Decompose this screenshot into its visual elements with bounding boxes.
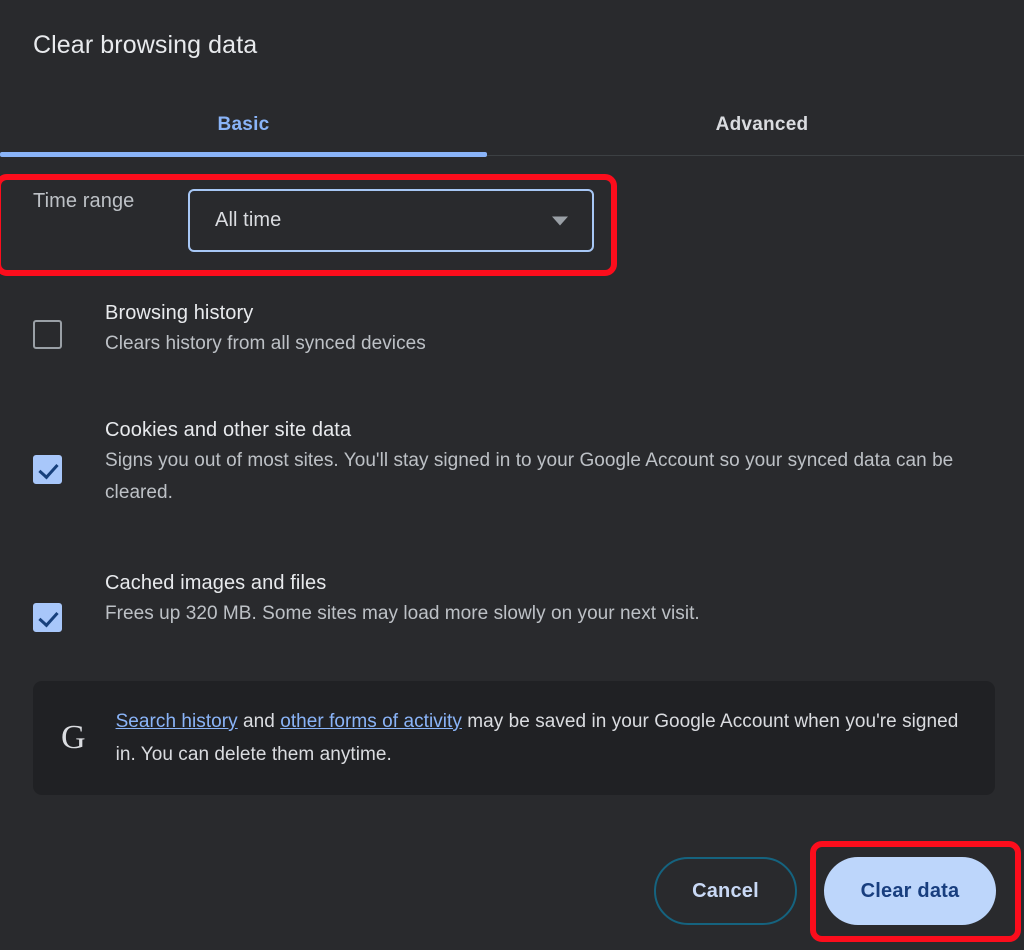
cancel-button[interactable]: Cancel [654,857,797,925]
search-history-link[interactable]: Search history [116,711,238,732]
time-range-label: Time range [33,190,135,212]
option-description: Signs you out of most sites. You'll stay… [105,450,954,503]
info-box-text: Search history and other forms of activi… [116,705,988,771]
page-title: Clear browsing data [33,31,258,59]
option-title: Browsing history [105,302,254,324]
option-text: Browsing history Clears history from all… [105,298,426,360]
other-forms-of-activity-link[interactable]: other forms of activity [280,711,462,732]
tab-active-indicator [0,152,487,157]
tab-advanced[interactable]: Advanced [512,96,1012,154]
option-cookies-and-site-data[interactable]: Cookies and other site data Signs you ou… [33,415,1000,509]
google-account-info-box: G Search history and other forms of acti… [33,681,995,795]
tab-strip: Basic Advanced [0,96,1024,156]
time-range-select[interactable]: All time [188,189,594,252]
option-text: Cookies and other site data Signs you ou… [105,415,1000,509]
time-range-row: Time range [33,190,134,213]
checkbox-cookies-and-site-data[interactable] [33,455,62,484]
option-text: Cached images and files Frees up 320 MB.… [105,568,700,632]
option-title: Cached images and files [105,572,327,594]
checkbox-cached-images-and-files[interactable] [33,603,62,632]
google-g-icon: G [61,719,86,756]
checkbox-browsing-history[interactable] [33,320,62,349]
info-text-segment-1: and [237,711,281,732]
clear-data-button[interactable]: Clear data [824,857,996,925]
chevron-down-icon [552,216,568,225]
time-range-selected-value: All time [215,209,282,231]
option-description: Frees up 320 MB. Some sites may load mor… [105,603,700,624]
tab-basic[interactable]: Basic [0,96,487,154]
option-browsing-history[interactable]: Browsing history Clears history from all… [33,298,426,360]
option-cached-images-and-files[interactable]: Cached images and files Frees up 320 MB.… [33,568,700,632]
option-title: Cookies and other site data [105,419,352,441]
option-description: Clears history from all synced devices [105,333,426,354]
clear-browsing-data-dialog: Clear browsing data Basic Advanced Time … [0,0,1024,950]
